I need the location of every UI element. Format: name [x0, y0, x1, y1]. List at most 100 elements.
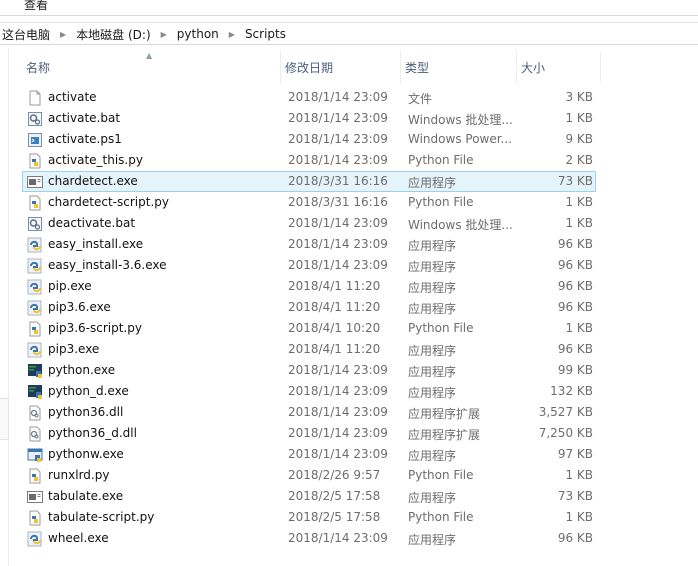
file-row[interactable]: python_d.exe 2018/1/14 23:09 应用程序 132 KB: [22, 381, 596, 402]
file-modified-date: 2018/2/26 9:57: [288, 468, 381, 482]
file-row[interactable]: tabulate.exe 2018/2/5 17:58 应用程序 73 KB: [22, 486, 596, 507]
file-name: pip3.6-script.py: [48, 321, 142, 335]
python-exe-icon: [27, 384, 43, 400]
file-modified-date: 2018/1/14 23:09: [288, 90, 388, 104]
column-divider[interactable]: [600, 52, 601, 82]
file-name: pip3.exe: [48, 342, 100, 356]
file-row[interactable]: python36.dll 2018/1/14 23:09 应用程序扩展 3,527 K…: [22, 402, 596, 423]
file-size: 1 KB: [565, 111, 593, 125]
column-header-date[interactable]: 修改日期: [280, 50, 400, 84]
file-row[interactable]: chardetect-script.py 2018/3/31 16:16 Pytho…: [22, 192, 596, 213]
breadcrumb-this-pc[interactable]: 这台电脑: [0, 26, 52, 43]
navigation-pane-edge: [8, 48, 9, 566]
column-header-size-label: 大小: [521, 60, 546, 75]
file-row[interactable]: activate_this.py 2018/1/14 23:09 Python Fi…: [22, 150, 596, 171]
file-modified-date: 2018/4/1 10:20: [288, 321, 381, 335]
python-exe-icon: [27, 363, 43, 379]
file-size: 96 KB: [557, 300, 593, 314]
file-row[interactable]: pip3.exe 2018/4/1 11:20 应用程序 96 KB: [22, 339, 596, 360]
file-type: 应用程序: [408, 302, 457, 316]
column-header-type[interactable]: 类型: [400, 50, 516, 84]
file-row[interactable]: pip3.6.exe 2018/4/1 11:20 应用程序 96 KB: [22, 297, 596, 318]
file-size: 96 KB: [557, 237, 593, 251]
breadcrumb-local-disk[interactable]: 本地磁盘 (D:): [74, 26, 152, 43]
file-type: Windows 批处理...: [408, 218, 513, 232]
column-header-name-label: 名称: [26, 60, 51, 75]
file-name: activate.bat: [48, 111, 121, 125]
file-size: 73 KB: [557, 174, 593, 188]
file-size: 1 KB: [565, 468, 593, 482]
breadcrumb-python[interactable]: python: [175, 27, 221, 41]
file-type: 应用程序扩展: [408, 407, 481, 421]
file-size: 1 KB: [565, 321, 593, 335]
file-name: deactivate.bat: [48, 216, 136, 230]
file-size: 1 KB: [565, 510, 593, 524]
file-modified-date: 2018/1/14 23:09: [288, 363, 388, 377]
column-header-type-label: 类型: [405, 60, 430, 75]
sort-ascending-icon: ▲: [146, 51, 153, 60]
file-row[interactable]: pip3.6-script.py 2018/4/1 10:20 Python Fil…: [22, 318, 596, 339]
file-modified-date: 2018/3/31 16:16: [288, 195, 388, 209]
file-modified-date: 2018/1/14 23:09: [288, 216, 388, 230]
breadcrumb-separator-icon[interactable]: ▶: [221, 30, 243, 39]
file-type: Python File: [408, 195, 474, 209]
column-header-row: 名称 ▲ 修改日期 类型 大小: [22, 50, 602, 84]
file-row[interactable]: deactivate.bat 2018/1/14 23:09 Windows 批处理…: [22, 213, 596, 234]
column-header-size[interactable]: 大小: [516, 50, 596, 84]
file-row[interactable]: activate.ps1 2018/1/14 23:09 Windows Power…: [22, 129, 596, 150]
file-row[interactable]: pip.exe 2018/4/1 11:20 应用程序 96 KB: [22, 276, 596, 297]
file-modified-date: 2018/1/14 23:09: [288, 258, 388, 272]
file-size: 96 KB: [557, 279, 593, 293]
python-file-icon: [27, 321, 43, 337]
file-modified-date: 2018/1/14 23:09: [288, 237, 388, 251]
dll-file-icon: [27, 405, 43, 421]
file-row[interactable]: easy_install-3.6.exe 2018/1/14 23:09 应用程序 9…: [22, 255, 596, 276]
file-row[interactable]: runxlrd.py 2018/2/26 9:57 Python File 1 KB: [22, 465, 596, 486]
file-name: activate.ps1: [48, 132, 122, 146]
file-type: 文件: [408, 92, 433, 106]
file-list: activate 2018/1/14 23:09 文件 3 KB activate.ba…: [22, 87, 596, 549]
file-name: chardetect-script.py: [48, 195, 169, 209]
breadcrumb-scripts[interactable]: Scripts: [243, 27, 288, 41]
file-row[interactable]: wheel.exe 2018/1/14 23:09 应用程序 96 KB: [22, 528, 596, 549]
file-type: 应用程序: [408, 533, 457, 547]
breadcrumb-separator-icon[interactable]: ▶: [153, 30, 175, 39]
file-size: 1 KB: [565, 216, 593, 230]
navigation-pane-scroll-stub[interactable]: [0, 398, 9, 440]
file-modified-date: 2018/4/1 11:20: [288, 300, 381, 314]
file-row[interactable]: activate.bat 2018/1/14 23:09 Windows 批处理..…: [22, 108, 596, 129]
file-row[interactable]: activate 2018/1/14 23:09 文件 3 KB: [22, 87, 596, 108]
file-modified-date: 2018/1/14 23:09: [288, 531, 388, 545]
file-type: 应用程序: [408, 365, 457, 379]
file-row[interactable]: tabulate-script.py 2018/2/5 17:58 Python F…: [22, 507, 596, 528]
file-row[interactable]: chardetect.exe 2018/3/31 16:16 应用程序 73 KB: [22, 171, 596, 192]
ribbon-divider: [0, 15, 698, 16]
file-size: 1 KB: [565, 195, 593, 209]
file-size: 96 KB: [557, 531, 593, 545]
file-row[interactable]: python.exe 2018/1/14 23:09 应用程序 99 KB: [22, 360, 596, 381]
file-name: pip3.6.exe: [48, 300, 111, 314]
console-app-icon: [27, 489, 43, 505]
python-file-icon: [27, 153, 43, 169]
file-modified-date: 2018/4/1 11:20: [288, 279, 381, 293]
file-modified-date: 2018/2/5 17:58: [288, 510, 381, 524]
breadcrumb-separator-icon[interactable]: ▶: [52, 30, 74, 39]
file-size: 73 KB: [557, 489, 593, 503]
address-bar-top-border: [0, 22, 698, 23]
file-size: 97 KB: [557, 447, 593, 461]
file-row[interactable]: python36_d.dll 2018/1/14 23:09 应用程序扩展 7,250…: [22, 423, 596, 444]
file-row[interactable]: pythonw.exe 2018/1/14 23:09 应用程序 97 KB: [22, 444, 596, 465]
file-name: python36_d.dll: [48, 426, 137, 440]
file-size: 3,527 KB: [538, 405, 593, 419]
file-name: tabulate-script.py: [48, 510, 155, 524]
ribbon-tab-view[interactable]: 查看: [24, 0, 48, 13]
file-name: easy_install.exe: [48, 237, 144, 251]
file-size: 96 KB: [557, 342, 593, 356]
python-file-icon: [27, 510, 43, 526]
file-size: 99 KB: [557, 363, 593, 377]
file-modified-date: 2018/1/14 23:09: [288, 384, 388, 398]
file-row[interactable]: easy_install.exe 2018/1/14 23:09 应用程序 96 KB: [22, 234, 596, 255]
file-type: 应用程序: [408, 449, 457, 463]
python-file-icon: [27, 468, 43, 484]
file-name: activate: [48, 90, 97, 104]
